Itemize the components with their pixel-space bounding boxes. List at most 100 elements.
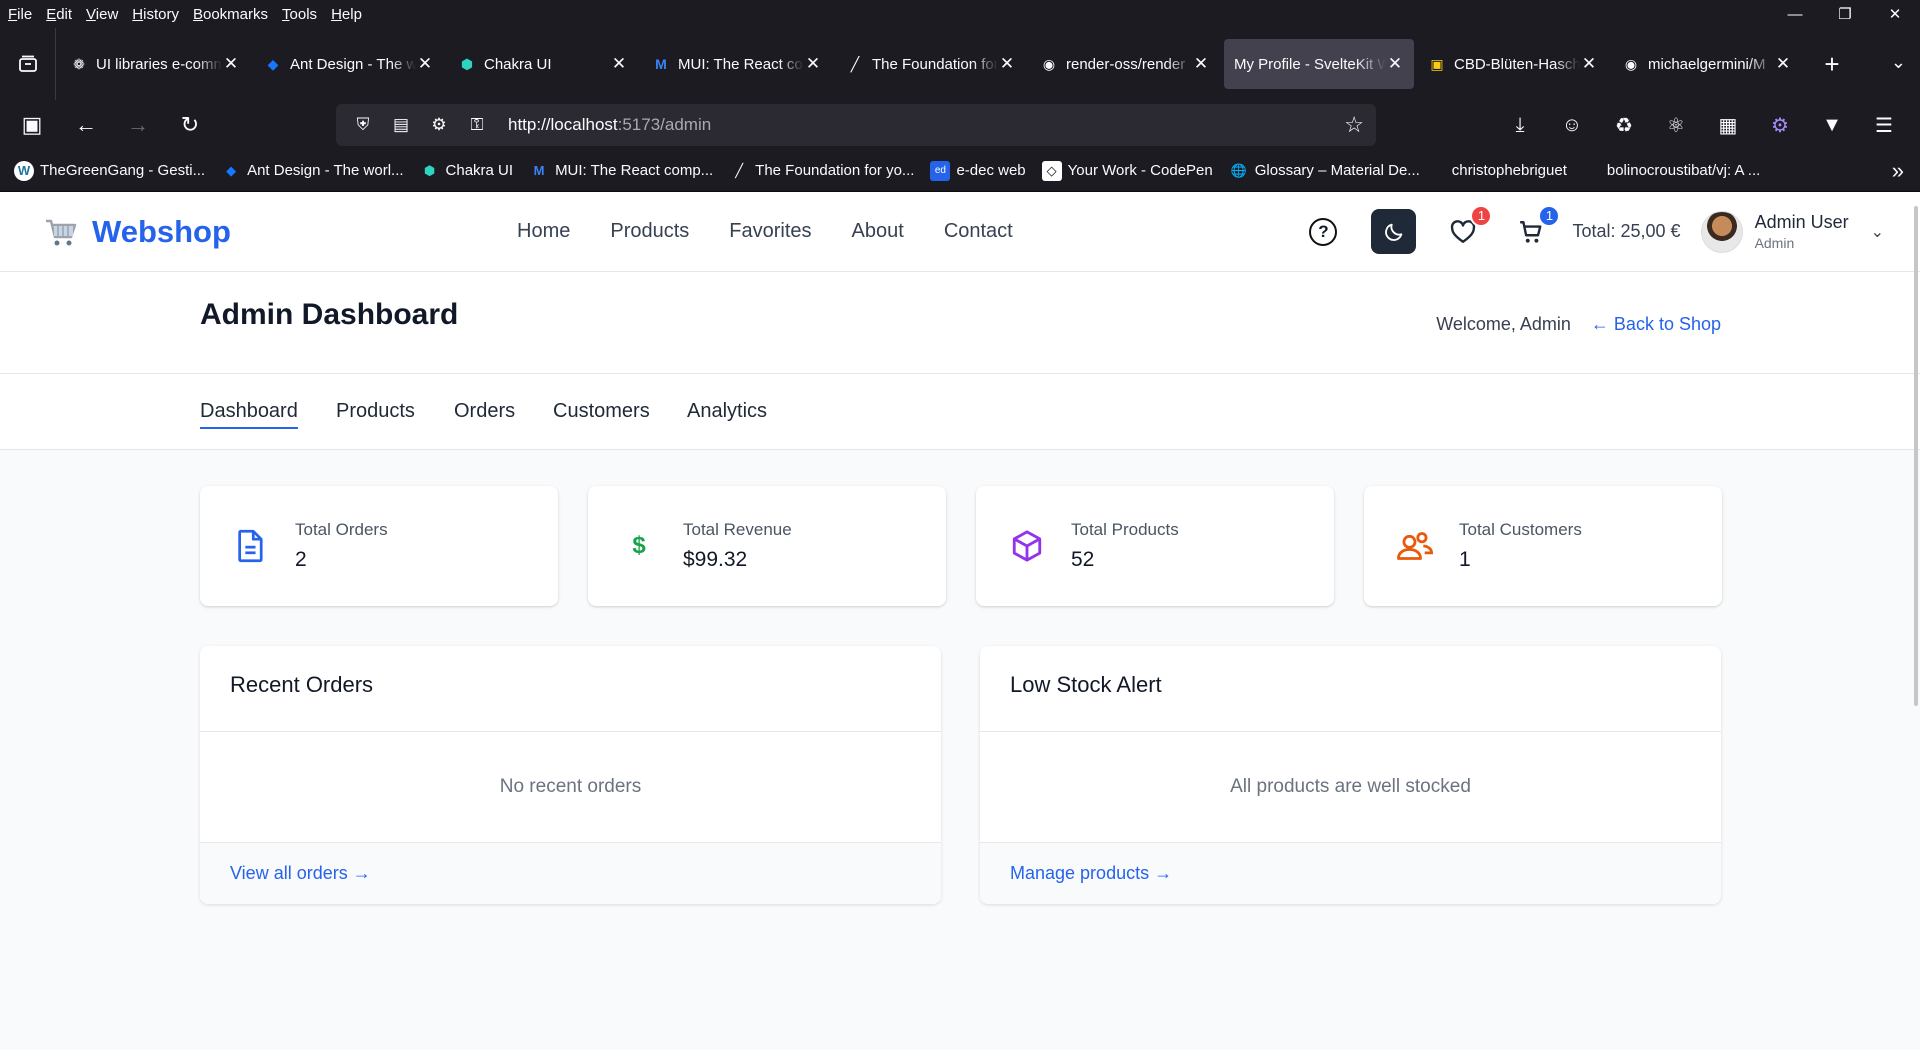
menu-file[interactable]: File bbox=[8, 6, 32, 23]
vue-icon[interactable]: ▼ bbox=[1806, 105, 1858, 145]
menu-bookmarks[interactable]: Bookmarks bbox=[193, 6, 268, 23]
close-tab-icon[interactable]: ✕ bbox=[1774, 54, 1792, 74]
forward-icon[interactable]: → bbox=[118, 105, 158, 145]
bookmark-label: e-dec web bbox=[956, 162, 1026, 179]
close-tab-icon[interactable]: ✕ bbox=[416, 54, 434, 74]
shadcn-icon: ╱ bbox=[735, 162, 744, 178]
browser-tab[interactable]: ❁ UI libraries e-commerce✕ bbox=[60, 39, 250, 89]
favorites-count-badge: 1 bbox=[1470, 204, 1493, 227]
logo[interactable]: Webshop bbox=[44, 214, 231, 250]
mui-icon: M bbox=[655, 56, 667, 72]
extensions-icon[interactable]: ♻ bbox=[1598, 105, 1650, 145]
browser-tab[interactable]: ◉ render-oss/render ✕ bbox=[1030, 39, 1220, 89]
bookmark-item[interactable]: bolinocroustibat/vj: A ... bbox=[1607, 162, 1760, 179]
bookmark-item[interactable]: M MUI: The React comp... bbox=[529, 161, 714, 181]
nav-about[interactable]: About bbox=[852, 220, 904, 243]
browser-tab[interactable]: ╱ The Foundation for your✕ bbox=[836, 39, 1026, 89]
key-icon[interactable]: ⚿ bbox=[462, 111, 492, 139]
gear-extension-icon[interactable]: ⚙ bbox=[1754, 105, 1806, 145]
page-scrollbar[interactable] bbox=[1914, 206, 1918, 706]
url-text[interactable]: http://localhost:5173/admin bbox=[508, 115, 711, 135]
favorites-button[interactable]: 1 bbox=[1446, 204, 1493, 249]
new-tab-icon[interactable]: + bbox=[1812, 44, 1852, 84]
react-devtools-icon[interactable]: ⚛ bbox=[1650, 105, 1702, 145]
browser-tab[interactable]: ⬢ Chakra UI ✕ bbox=[448, 39, 638, 89]
permissions-icon[interactable]: ⚙ bbox=[424, 111, 454, 139]
menu-icon[interactable]: ☰ bbox=[1858, 105, 1910, 145]
close-tab-icon[interactable]: ✕ bbox=[1192, 54, 1210, 74]
bookmark-item[interactable]: ⬢ Chakra UI bbox=[420, 161, 513, 181]
shield-icon[interactable]: ⛨ bbox=[348, 111, 378, 139]
reload-icon[interactable]: ↻ bbox=[170, 105, 210, 145]
sidebar-icon[interactable]: ▣ bbox=[12, 105, 52, 145]
bookmark-star-icon[interactable]: ☆ bbox=[1344, 112, 1364, 138]
tab-list-icon[interactable] bbox=[0, 28, 56, 100]
cart-total: Total: 25,00 € bbox=[1572, 221, 1681, 241]
back-to-shop-link[interactable]: ← Back to Shop bbox=[1591, 314, 1721, 335]
close-tab-icon[interactable]: ✕ bbox=[804, 54, 822, 74]
chevron-down-icon[interactable]: ⌄ bbox=[1891, 52, 1906, 73]
tab-customers[interactable]: Customers bbox=[553, 400, 650, 427]
extension-icon[interactable]: ▦ bbox=[1702, 105, 1754, 145]
page-icon[interactable]: ▤ bbox=[386, 111, 416, 139]
edec-icon: ed bbox=[930, 160, 951, 181]
nav-favorites[interactable]: Favorites bbox=[729, 220, 811, 243]
stats-row: Total Orders 2 $ Total Revenue $99.32 To… bbox=[200, 486, 1722, 606]
browser-tab[interactable]: ◆ Ant Design - The world✕ bbox=[254, 39, 444, 89]
menu-view[interactable]: View bbox=[86, 6, 118, 23]
menu-help[interactable]: Help bbox=[331, 6, 362, 23]
back-icon[interactable]: ← bbox=[66, 105, 106, 145]
user-menu[interactable]: Admin User Admin bbox=[1755, 212, 1849, 251]
bookmark-item[interactable]: ╱ The Foundation for yo... bbox=[729, 161, 914, 181]
mui-icon: M bbox=[533, 163, 545, 178]
ant-design-icon: ◆ bbox=[267, 55, 279, 72]
bookmark-item[interactable]: ◆ Ant Design - The worl... bbox=[221, 161, 403, 181]
menu-tools[interactable]: Tools bbox=[282, 6, 317, 23]
bookmark-item[interactable]: ed e-dec web bbox=[930, 160, 1026, 181]
chevron-down-icon[interactable]: ⌄ bbox=[1871, 222, 1884, 242]
bookmarks-overflow-icon[interactable]: » bbox=[1892, 158, 1904, 184]
account-icon[interactable]: ☺ bbox=[1546, 105, 1598, 145]
close-tab-icon[interactable]: ✕ bbox=[222, 54, 240, 74]
view-all-orders-link[interactable]: View all orders → bbox=[230, 863, 371, 883]
window-controls: — ❐ ✕ bbox=[1770, 0, 1920, 28]
url-host: http://localhost bbox=[508, 115, 618, 134]
help-icon[interactable]: ? bbox=[1309, 217, 1338, 246]
tab-title: Chakra UI bbox=[484, 55, 552, 73]
manage-products-link[interactable]: Manage products → bbox=[1010, 863, 1172, 883]
browser-tab[interactable]: M MUI: The React component✕ bbox=[642, 39, 832, 89]
bookmark-label: Ant Design - The worl... bbox=[247, 162, 404, 179]
bookmark-item[interactable]: 🌐 Glossary – Material De... bbox=[1229, 161, 1420, 181]
bookmark-label: Glossary – Material De... bbox=[1254, 162, 1420, 179]
cart-button[interactable]: 1 bbox=[1514, 204, 1561, 249]
download-icon[interactable]: ⤓ bbox=[1494, 105, 1546, 145]
tab-dashboard[interactable]: Dashboard bbox=[200, 400, 298, 429]
menu-edit[interactable]: Edit bbox=[46, 6, 72, 23]
close-tab-icon[interactable]: ✕ bbox=[1386, 54, 1404, 74]
tab-orders[interactable]: Orders bbox=[454, 400, 515, 427]
bookmark-item[interactable]: christophebriguet bbox=[1452, 162, 1567, 179]
nav-contact[interactable]: Contact bbox=[944, 220, 1013, 243]
browser-tab-active[interactable]: My Profile - SvelteKit Webshop✕ bbox=[1224, 39, 1414, 89]
restore-icon[interactable]: ❐ bbox=[1820, 0, 1870, 28]
bookmark-item[interactable]: ◇ Your Work - CodePen bbox=[1041, 160, 1213, 181]
close-tab-icon[interactable]: ✕ bbox=[998, 54, 1016, 74]
avatar[interactable] bbox=[1700, 210, 1743, 253]
nav-home[interactable]: Home bbox=[517, 220, 570, 243]
close-tab-icon[interactable]: ✕ bbox=[610, 54, 628, 74]
url-bar[interactable]: ⛨ ▤ ⚙ ⚿ http://localhost:5173/admin ☆ bbox=[336, 104, 1376, 146]
dark-mode-toggle[interactable] bbox=[1371, 209, 1417, 254]
minimize-icon[interactable]: — bbox=[1770, 0, 1820, 28]
menu-history[interactable]: History bbox=[132, 6, 179, 23]
shop-icon: ▣ bbox=[1430, 55, 1444, 72]
nav-products[interactable]: Products bbox=[610, 220, 689, 243]
github-icon: ◉ bbox=[1042, 55, 1056, 72]
close-window-icon[interactable]: ✕ bbox=[1870, 0, 1920, 28]
browser-tab[interactable]: ◉ michaelgermini/M ✕ bbox=[1612, 39, 1802, 89]
tab-products[interactable]: Products bbox=[336, 400, 415, 427]
bookmark-item[interactable]: W TheGreenGang - Gesti... bbox=[14, 160, 205, 181]
cart-count-badge: 1 bbox=[1538, 204, 1561, 227]
tab-analytics[interactable]: Analytics bbox=[687, 400, 767, 427]
browser-tab[interactable]: ▣ CBD-Blüten-Haschisch✕ bbox=[1418, 39, 1608, 89]
close-tab-icon[interactable]: ✕ bbox=[1580, 54, 1598, 74]
